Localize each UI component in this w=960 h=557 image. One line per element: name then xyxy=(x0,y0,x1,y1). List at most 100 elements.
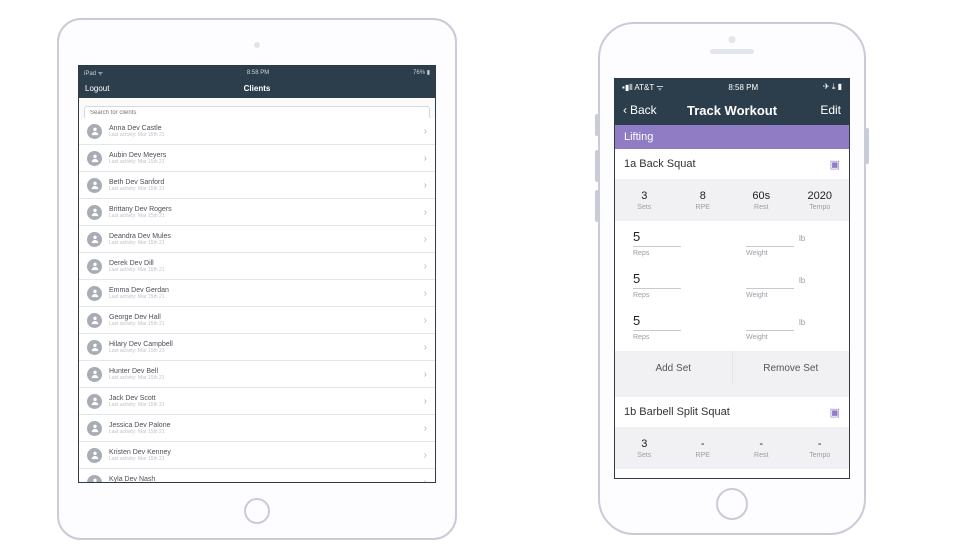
weight-label: Weight xyxy=(746,334,768,341)
avatar-icon xyxy=(87,475,102,483)
avatar-icon xyxy=(87,394,102,409)
avatar-icon xyxy=(87,259,102,274)
status-time: 8:58 PM xyxy=(247,70,269,76)
reps-field[interactable]: 5Reps xyxy=(633,271,718,299)
chevron-left-icon: ‹ xyxy=(623,103,627,117)
avatar-icon xyxy=(87,367,102,382)
avatar-icon xyxy=(87,124,102,139)
client-subtitle: Last activity: Mar 15th 21 xyxy=(109,456,424,462)
client-name: George Dev Hall xyxy=(109,314,424,321)
metric-value: 3 xyxy=(641,438,647,450)
weight-unit: lb xyxy=(799,276,805,285)
exercise-title-row[interactable]: 1b Barbell Split Squat ▣ xyxy=(615,397,849,427)
client-name: Deandra Dev Mules xyxy=(109,233,424,240)
client-text: Kyla Dev NashLast activity: Mar 15th 21 xyxy=(109,476,424,483)
set-row: 5Reps lbWeight xyxy=(615,221,849,263)
weight-value[interactable] xyxy=(746,229,794,247)
client-row[interactable]: Emma Dev GerdanLast activity: Mar 15th 2… xyxy=(79,280,435,307)
reps-value[interactable]: 5 xyxy=(633,271,681,289)
iphone-device: ▪▮⫴ AT&T ᯤ 8:58 PM ✈ ⤓ ▮ ‹ Back Track Wo… xyxy=(598,22,866,535)
chevron-right-icon: › xyxy=(424,423,427,434)
metric-value: - xyxy=(759,438,763,450)
ipad-home-button[interactable] xyxy=(244,498,270,524)
client-list[interactable]: Anna Dev Castle Last activity: Mar 15th 2… xyxy=(79,118,435,482)
client-text: Brittany Dev RogersLast activity: Mar 15… xyxy=(109,206,424,219)
video-icon[interactable]: ▣ xyxy=(830,158,840,171)
logout-button[interactable]: Logout xyxy=(85,84,109,93)
client-name: Anna Dev Castle xyxy=(109,125,424,132)
weight-field[interactable]: lbWeight xyxy=(746,229,831,257)
iphone-mute-switch xyxy=(595,114,599,136)
reps-label: Reps xyxy=(633,334,649,341)
client-row[interactable]: Kristen Dev KenneyLast activity: Mar 15t… xyxy=(79,442,435,469)
reps-field[interactable]: 5Reps xyxy=(633,229,718,257)
avatar-icon xyxy=(87,340,102,355)
add-set-button[interactable]: Add Set xyxy=(615,351,733,385)
exercise-title: 1a Back Squat xyxy=(624,158,696,170)
client-row[interactable]: Brittany Dev RogersLast activity: Mar 15… xyxy=(79,199,435,226)
edit-button[interactable]: Edit xyxy=(820,103,841,117)
metric-value: - xyxy=(818,438,822,450)
client-subtitle: Last activity: Mar 15th 21 xyxy=(109,186,424,192)
client-name: Aubin Dev Meyers xyxy=(109,152,424,159)
client-subtitle: Last activity: Mar 15th 21 xyxy=(109,267,424,273)
metric-value: 60s xyxy=(752,190,770,202)
client-row[interactable]: Derek Dev DillLast activity: Mar 15th 21… xyxy=(79,253,435,280)
weight-label: Weight xyxy=(746,292,768,299)
weight-field[interactable]: lb Weight xyxy=(746,313,831,341)
client-row[interactable]: Aubin Dev MeyersLast activity: Mar 15th … xyxy=(79,145,435,172)
weight-value[interactable] xyxy=(746,313,794,331)
metric-label: RPE xyxy=(696,204,710,211)
chevron-right-icon: › xyxy=(424,450,427,461)
client-row[interactable]: George Dev HallLast activity: Mar 15th 2… xyxy=(79,307,435,334)
chevron-right-icon: › xyxy=(424,153,427,164)
exercise-title-row[interactable]: 1a Back Squat ▣ xyxy=(615,149,849,179)
reps-value[interactable]: 5 xyxy=(633,229,681,247)
reps-field[interactable]: 5 Reps xyxy=(633,313,718,341)
video-icon[interactable]: ▣ xyxy=(830,406,840,419)
weight-field[interactable]: lb Weight xyxy=(746,271,831,299)
client-row[interactable]: Jessica Dev PaloneLast activity: Mar 15t… xyxy=(79,415,435,442)
metric-value: 3 xyxy=(641,190,647,202)
remove-set-button[interactable]: Remove Set xyxy=(733,351,850,385)
weight-unit: lb xyxy=(799,318,805,327)
client-text: Derek Dev DillLast activity: Mar 15th 21 xyxy=(109,260,424,273)
client-subtitle: Last activity: Mar 15th 21 xyxy=(109,375,424,381)
client-row[interactable]: Beth Dev SanfordLast activity: Mar 15th … xyxy=(79,172,435,199)
client-row[interactable]: Deandra Dev MulesLast activity: Mar 15th… xyxy=(79,226,435,253)
avatar-icon xyxy=(87,205,102,220)
chevron-right-icon: › xyxy=(424,207,427,218)
ipad-status-bar: iPad ᯤ 8:58 PM 76% ▮ xyxy=(79,66,435,79)
avatar-icon xyxy=(87,421,102,436)
client-name: Kyla Dev Nash xyxy=(109,476,424,483)
client-subtitle: Last activity: Mar 15th 21 xyxy=(109,402,424,408)
metric-value: 8 xyxy=(700,190,706,202)
back-label: Back xyxy=(630,103,657,117)
status-time: 8:58 PM xyxy=(728,83,758,92)
metric: 3Sets xyxy=(615,179,674,221)
client-row[interactable]: Hunter Dev BellLast activity: Mar 15th 2… xyxy=(79,361,435,388)
avatar-icon xyxy=(87,232,102,247)
reps-value[interactable]: 5 xyxy=(633,313,681,331)
client-subtitle: Last activity: Mar 15th 21 xyxy=(109,240,424,246)
client-row[interactable]: Anna Dev CastleLast activity: Mar 15th 2… xyxy=(79,118,435,145)
metric: 2020Tempo xyxy=(791,179,850,221)
search-bar xyxy=(79,98,435,118)
client-text: Kristen Dev KenneyLast activity: Mar 15t… xyxy=(109,449,424,462)
back-button[interactable]: ‹ Back xyxy=(623,103,657,117)
client-row[interactable]: Hilary Dev CampbellLast activity: Mar 15… xyxy=(79,334,435,361)
metric-label: Tempo xyxy=(809,204,830,211)
client-row[interactable]: Jack Dev ScottLast activity: Mar 15th 21… xyxy=(79,388,435,415)
iphone-navbar: ‹ Back Track Workout Edit xyxy=(615,95,849,125)
iphone-home-button[interactable] xyxy=(716,488,748,520)
chevron-right-icon: › xyxy=(424,477,427,483)
exercise-metrics: 3Sets 8 RPE 60sRest2020Tempo xyxy=(615,179,849,221)
status-left: iPad ᯤ xyxy=(84,69,103,77)
metric-label: Sets xyxy=(637,452,651,459)
client-name: Brittany Dev Rogers xyxy=(109,206,424,213)
client-text: Deandra Dev MulesLast activity: Mar 15th… xyxy=(109,233,424,246)
metric: 60sRest xyxy=(732,179,791,221)
client-row[interactable]: Kyla Dev NashLast activity: Mar 15th 21› xyxy=(79,469,435,482)
chevron-right-icon: › xyxy=(424,342,427,353)
weight-value[interactable] xyxy=(746,271,794,289)
